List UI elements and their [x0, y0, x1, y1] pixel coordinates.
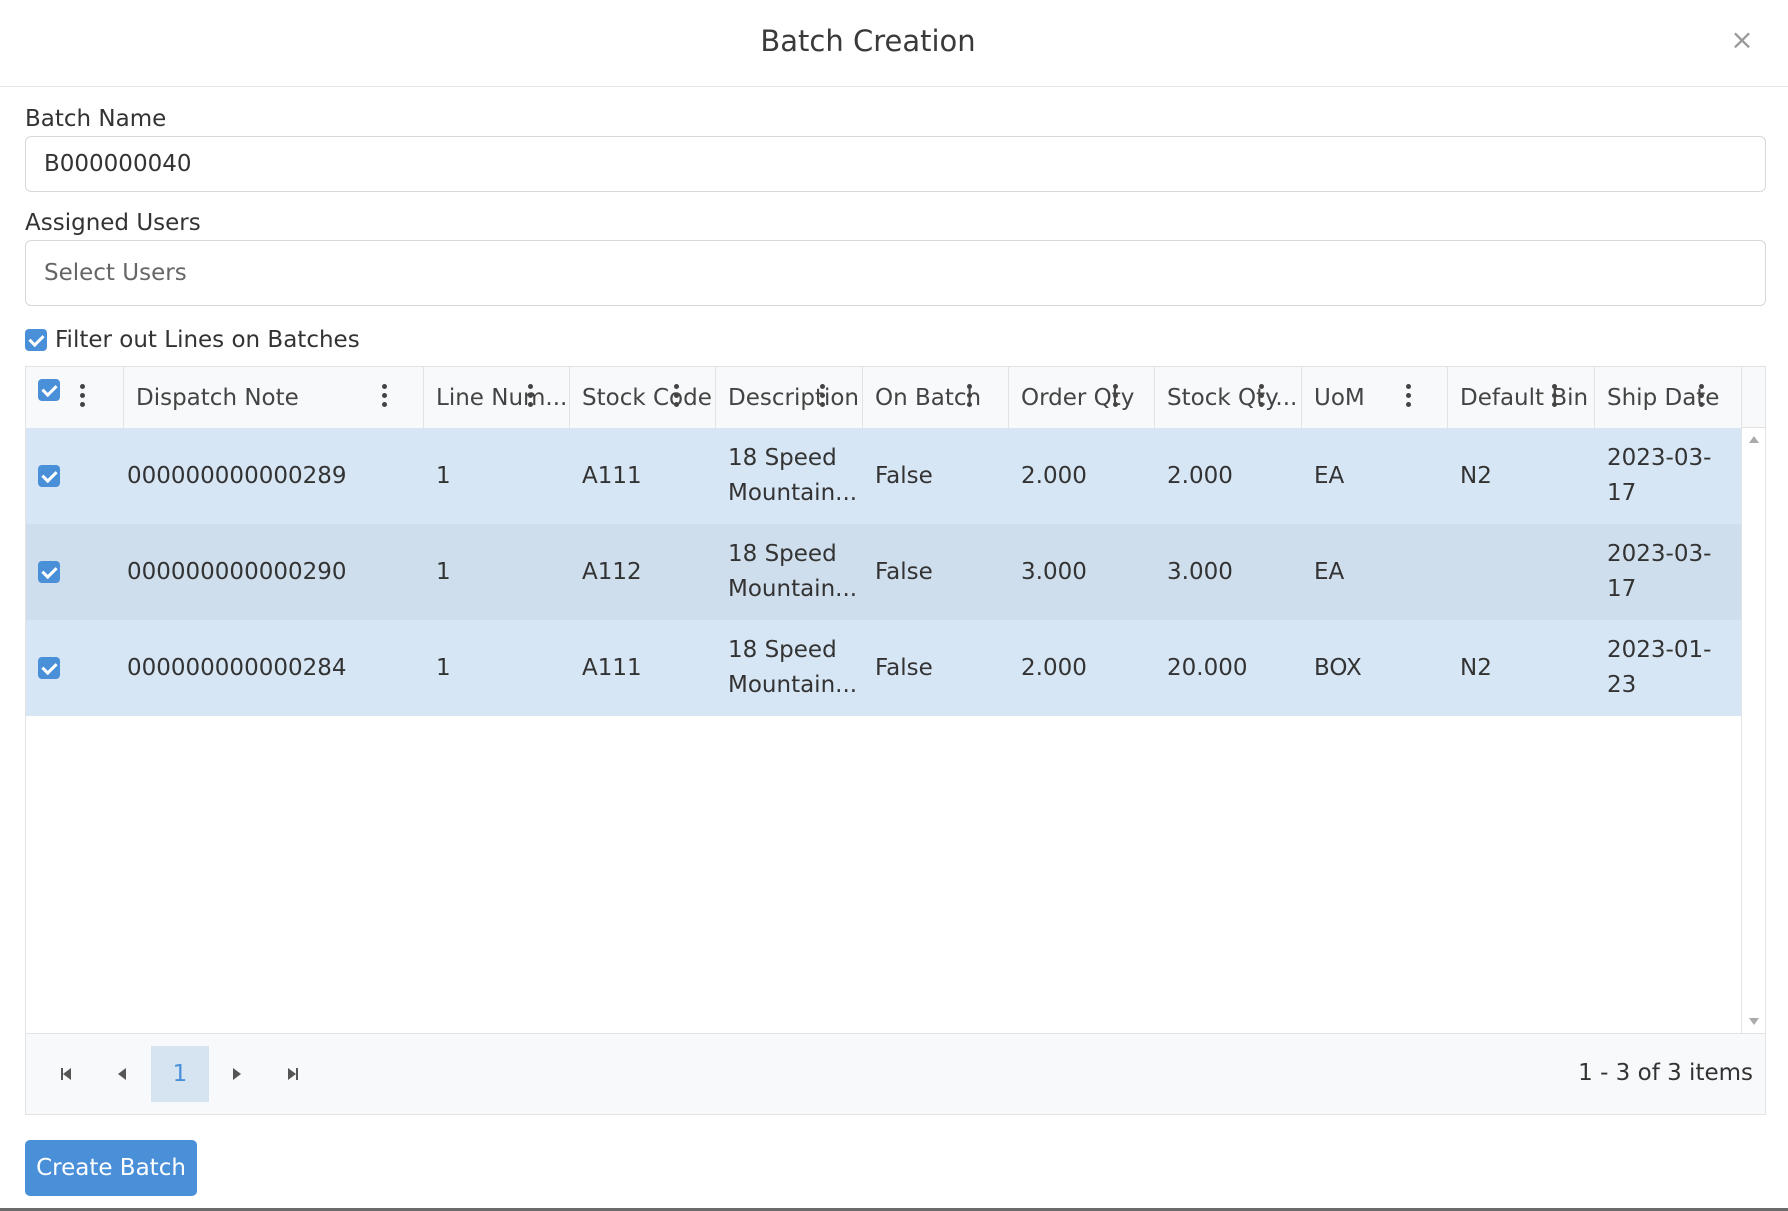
ship-date-cell: 2023-03-17 — [1607, 541, 1712, 602]
column-menu-icon[interactable] — [674, 384, 680, 408]
column-header-default-bin[interactable]: Default Bin — [1448, 367, 1595, 428]
uom-cell: EA — [1314, 558, 1345, 585]
page-number-button[interactable]: 1 — [151, 1046, 209, 1102]
assigned-users-label: Assigned Users — [25, 210, 201, 236]
table-row[interactable]: 000000000000289 1 A111 18 Speed Mountain… — [26, 428, 1741, 524]
select-all-header — [26, 367, 124, 428]
line-num-cell: 1 — [436, 462, 451, 489]
order-qty-cell: 3.000 — [1021, 558, 1087, 585]
last-page-icon — [288, 1068, 298, 1080]
header-scroll-spacer — [1741, 367, 1765, 428]
table-row[interactable]: 000000000000290 1 A112 18 Speed Mountain… — [26, 524, 1741, 620]
previous-page-icon — [118, 1068, 126, 1080]
previous-page-button[interactable] — [94, 1046, 150, 1102]
dispatch-note-cell: 000000000000290 — [127, 558, 347, 585]
column-header-order-qty[interactable]: Order Qty — [1009, 367, 1155, 428]
first-page-icon — [61, 1068, 71, 1080]
close-icon[interactable]: × — [1722, 20, 1762, 60]
default-bin-cell: N2 — [1460, 654, 1492, 681]
pager-info: 1 - 3 of 3 items — [1578, 1060, 1753, 1086]
stock-code-cell: A111 — [582, 654, 642, 681]
first-page-button[interactable] — [38, 1046, 94, 1102]
grid-body: 000000000000289 1 A111 18 Speed Mountain… — [26, 428, 1741, 895]
grid-header: Dispatch Note Line Num... Stock Code Des… — [26, 367, 1741, 429]
dispatch-note-cell: 000000000000289 — [127, 462, 347, 489]
row-select-cell — [26, 524, 124, 620]
column-header-uom[interactable]: UoM — [1302, 367, 1448, 428]
scroll-down-icon[interactable] — [1749, 1018, 1759, 1025]
row-select-cell — [26, 620, 124, 716]
ship-date-cell: 2023-03-17 — [1607, 445, 1712, 506]
column-menu-icon[interactable] — [1406, 384, 1412, 408]
order-qty-cell: 2.000 — [1021, 462, 1087, 489]
column-title: Default Bin — [1460, 385, 1589, 411]
default-bin-cell: N2 — [1460, 462, 1492, 489]
assigned-users-select[interactable]: Select Users — [25, 240, 1766, 306]
on-batch-cell: False — [875, 654, 933, 681]
default-bin-cell — [1448, 524, 1595, 620]
column-menu-icon[interactable] — [1699, 384, 1705, 408]
on-batch-cell: False — [875, 462, 933, 489]
next-page-button[interactable] — [209, 1046, 265, 1102]
description-cell: 18 Speed Mountain... — [728, 541, 858, 602]
line-num-cell: 1 — [436, 558, 451, 585]
ship-date-cell: 2023-01-23 — [1607, 637, 1712, 698]
column-title: Line Num... — [436, 385, 568, 411]
column-title: Dispatch Note — [136, 385, 299, 411]
column-header-stock-code[interactable]: Stock Code — [570, 367, 716, 428]
dispatch-note-cell: 000000000000284 — [127, 654, 347, 681]
filter-lines-label: Filter out Lines on Batches — [55, 327, 360, 353]
uom-cell: BOX — [1314, 654, 1362, 681]
column-header-description[interactable]: Description — [716, 367, 863, 428]
column-header-on-batch[interactable]: On Batch — [863, 367, 1009, 428]
select-all-checkbox[interactable] — [38, 379, 60, 401]
column-menu-icon[interactable] — [80, 384, 86, 408]
row-checkbox[interactable] — [38, 561, 60, 583]
next-page-icon — [233, 1068, 241, 1080]
stock-code-cell: A111 — [582, 462, 642, 489]
column-title: Stock Code — [582, 385, 712, 411]
column-menu-icon[interactable] — [382, 384, 388, 408]
column-menu-icon[interactable] — [1552, 384, 1558, 408]
vertical-scrollbar[interactable] — [1741, 428, 1765, 1033]
description-cell: 18 Speed Mountain... — [728, 637, 858, 698]
stock-qty-cell: 20.000 — [1167, 654, 1248, 681]
stock-code-cell: A112 — [582, 558, 642, 585]
dialog-title: Batch Creation — [760, 24, 976, 58]
column-header-dispatch-note[interactable]: Dispatch Note — [124, 367, 424, 428]
column-menu-icon[interactable] — [820, 384, 826, 408]
filter-lines-checkbox[interactable] — [25, 329, 47, 351]
on-batch-cell: False — [875, 558, 933, 585]
column-header-stock-qty[interactable]: Stock Qty... — [1155, 367, 1302, 428]
batch-name-input[interactable]: B000000040 — [25, 136, 1766, 192]
order-qty-cell: 2.000 — [1021, 654, 1087, 681]
column-menu-icon[interactable] — [967, 384, 973, 408]
table-row[interactable]: 000000000000284 1 A111 18 Speed Mountain… — [26, 620, 1741, 716]
column-menu-icon[interactable] — [1113, 384, 1119, 408]
description-cell: 18 Speed Mountain... — [728, 445, 858, 506]
row-checkbox[interactable] — [38, 657, 60, 679]
column-menu-icon[interactable] — [528, 384, 534, 408]
last-page-button[interactable] — [265, 1046, 321, 1102]
scroll-up-icon[interactable] — [1749, 436, 1759, 443]
uom-cell: EA — [1314, 462, 1345, 489]
dialog-header: Batch Creation × — [0, 0, 1788, 87]
create-batch-button[interactable]: Create Batch — [25, 1140, 197, 1196]
stock-qty-cell: 2.000 — [1167, 462, 1233, 489]
grid-pager: 1 1 - 3 of 3 items — [26, 1033, 1765, 1114]
column-title: On Batch — [875, 385, 982, 411]
column-header-ship-date[interactable]: Ship Date — [1595, 367, 1741, 428]
column-header-line-num[interactable]: Line Num... — [424, 367, 570, 428]
batch-name-label: Batch Name — [25, 106, 167, 132]
column-title: UoM — [1314, 385, 1365, 411]
row-checkbox[interactable] — [38, 465, 60, 487]
row-select-cell — [26, 428, 124, 524]
column-title: Stock Qty... — [1167, 385, 1298, 411]
stock-qty-cell: 3.000 — [1167, 558, 1233, 585]
column-title: Description — [728, 385, 859, 411]
filter-row: Filter out Lines on Batches — [25, 325, 360, 355]
column-menu-icon[interactable] — [1259, 384, 1265, 408]
line-num-cell: 1 — [436, 654, 451, 681]
batch-lines-grid: Dispatch Note Line Num... Stock Code Des… — [25, 366, 1766, 1115]
